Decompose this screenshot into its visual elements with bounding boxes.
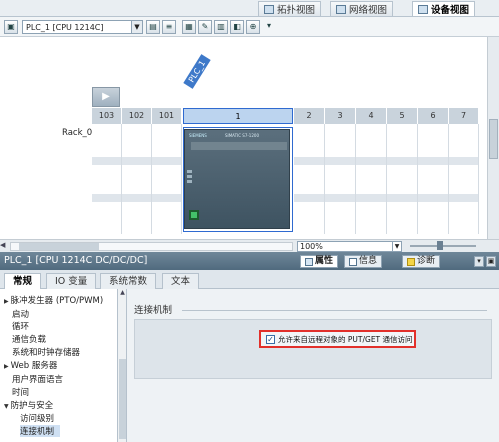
tab-label: 拓扑视图	[277, 5, 316, 16]
grid-icon[interactable]: ▥	[214, 20, 228, 34]
section-panel	[134, 319, 492, 379]
slot-header[interactable]: 6	[418, 108, 449, 124]
view-tab-bar: 拓扑视图 网络视图 设备视图	[0, 0, 499, 17]
network-view-icon	[336, 4, 346, 14]
section-title: 连接机制	[134, 305, 173, 316]
cpu-module-image[interactable]: SIEMENS SIMATIC S7-1200	[184, 129, 290, 229]
canvas-horizontal-scrollbar[interactable]	[10, 242, 293, 251]
tree-item-connection-mechanisms[interactable]: 连接机制	[20, 425, 61, 437]
tree-scrollbar[interactable]: ▲	[118, 289, 127, 442]
slot-header[interactable]: 5	[387, 108, 418, 124]
tree-item-web-server[interactable]: ▶ Web 服务器	[4, 359, 57, 371]
subtab-texts[interactable]: 文本	[162, 273, 200, 289]
tab-label: 属性	[315, 256, 334, 266]
tree-item-comm-load[interactable]: 通信负载	[12, 333, 46, 345]
tab-device-view[interactable]: 设备视图	[412, 1, 476, 16]
canvas-status-bar: ◀ 100% ▼	[0, 239, 499, 252]
slot-header-selected[interactable]: 1	[183, 108, 293, 124]
zoom-in-icon[interactable]: ⊕	[246, 20, 260, 34]
device-view-icon	[418, 4, 428, 14]
tab-topology-view[interactable]: 拓扑视图	[258, 1, 322, 16]
tab-label: 设备视图	[431, 5, 470, 16]
tab-properties[interactable]: 属性	[300, 255, 339, 268]
chevron-down-icon: ▼	[4, 403, 9, 410]
rack-slot[interactable]	[92, 124, 122, 234]
section-divider	[182, 310, 487, 311]
rack-slot[interactable]	[356, 124, 387, 234]
tree-item-protection-security[interactable]: ▼ 防护与安全	[4, 399, 53, 411]
tree-item-startup[interactable]: 启动	[12, 308, 29, 320]
inspector-nav-tree: ▶ 脉冲发生器 (PTO/PWM) 启动 循环 通信负载 系统和时钟存储器 ▶ We…	[0, 289, 118, 442]
slot-header[interactable]: 102	[122, 108, 152, 124]
properties-toolbar-icon[interactable]: ▤	[146, 20, 160, 34]
inspector-content: 连接机制 ✓ 允许来自远程对象的 PUT/GET 通信访问	[127, 289, 499, 442]
tree-item-time[interactable]: 时间	[12, 386, 29, 398]
rack-label: Rack_0	[62, 128, 93, 138]
tab-label: 信息	[359, 256, 378, 266]
tree-item-cycle[interactable]: 循环	[12, 320, 29, 332]
tab-label: 诊断	[417, 256, 436, 266]
rack-expand-button[interactable]: ▶	[92, 87, 120, 107]
putget-option-label[interactable]: 允许来自远程对象的 PUT/GET 通信访问	[278, 334, 413, 345]
subtab-general[interactable]: 常规	[4, 273, 42, 289]
tree-item-ui-language[interactable]: 用户界面语言	[12, 373, 63, 385]
tree-item-label: 防护与安全	[10, 401, 54, 411]
rack-slot[interactable]	[449, 124, 479, 234]
zoom-dropdown-icon[interactable]: ▾	[262, 20, 276, 34]
tab-info[interactable]: 信息	[344, 255, 383, 268]
brush-icon[interactable]: ✎	[198, 20, 212, 34]
tree-item-label: Web 服务器	[10, 361, 58, 371]
rack-slot[interactable]	[418, 124, 449, 234]
chevron-down-icon: ▼	[392, 242, 401, 251]
chevron-down-icon: ▼	[131, 21, 142, 33]
rack-slot[interactable]	[387, 124, 418, 234]
slot-header[interactable]: 2	[294, 108, 325, 124]
info-icon	[349, 257, 357, 266]
tab-diagnostics[interactable]: 诊断	[402, 255, 441, 268]
topology-view-icon	[264, 4, 274, 14]
rack-slot[interactable]	[294, 124, 325, 234]
slot-header[interactable]: 3	[325, 108, 356, 124]
rack-slot[interactable]	[152, 124, 182, 234]
maximize-icon[interactable]: ▣	[486, 256, 496, 267]
chevron-right-icon: ▶	[4, 363, 9, 370]
slot-header[interactable]: 4	[356, 108, 387, 124]
slot-header[interactable]: 7	[449, 108, 479, 124]
putget-checkbox[interactable]: ✓	[266, 335, 275, 344]
device-dropdown-value: PLC_1 [CPU 1214C]	[26, 23, 104, 32]
tree-item-access-level[interactable]: 访问级别	[20, 412, 54, 424]
putget-option-highlight[interactable]: ✓ 允许来自远程对象的 PUT/GET 通信访问	[259, 330, 416, 348]
slot-header[interactable]: 101	[152, 108, 182, 124]
ethernet-port-icon	[189, 210, 199, 220]
tree-item-pulse-generators[interactable]: ▶ 脉冲发生器 (PTO/PWM)	[4, 294, 103, 306]
subtab-system-constants[interactable]: 系统常数	[100, 273, 157, 289]
slot-header[interactable]: 103	[92, 108, 122, 124]
tab-label: 网络视图	[349, 5, 388, 16]
chevron-left-icon[interactable]: ◀	[0, 241, 10, 251]
device-view-toolbar: ▣ PLC_1 [CPU 1214C] ▼ ▤ ≡ ▦ ✎ ▥ ◧ ⊕ ▾	[0, 17, 499, 37]
inspector-subtab-bar: 常规 IO 变量 系统常数 文本	[0, 270, 499, 289]
list-icon[interactable]: ≡	[162, 20, 176, 34]
device-icon[interactable]: ▣	[4, 20, 18, 34]
tab-network-view[interactable]: 网络视图	[330, 1, 394, 16]
zoom-select[interactable]: 100% ▼	[297, 241, 402, 252]
subtab-io-tags[interactable]: IO 变量	[46, 273, 97, 289]
tree-item-system-clock-memory[interactable]: 系统和时钟存储器	[12, 346, 80, 358]
properties-icon	[305, 257, 313, 266]
device-dropdown[interactable]: PLC_1 [CPU 1214C] ▼	[22, 20, 143, 34]
rack-slot[interactable]	[122, 124, 152, 234]
tree-item-label: 脉冲发生器 (PTO/PWM)	[10, 296, 104, 306]
canvas-vertical-scrollbar[interactable]	[487, 37, 499, 239]
diagnostics-icon	[407, 257, 415, 266]
minimize-icon[interactable]: ▾	[474, 256, 484, 267]
rack-slot[interactable]	[325, 124, 356, 234]
layout-icon[interactable]: ◧	[230, 20, 244, 34]
zoom-value: 100%	[300, 242, 323, 251]
chevron-up-icon[interactable]: ▲	[118, 289, 127, 296]
chevron-right-icon: ▶	[4, 298, 9, 305]
table-icon[interactable]: ▦	[182, 20, 196, 34]
zoom-slider[interactable]	[410, 241, 476, 250]
